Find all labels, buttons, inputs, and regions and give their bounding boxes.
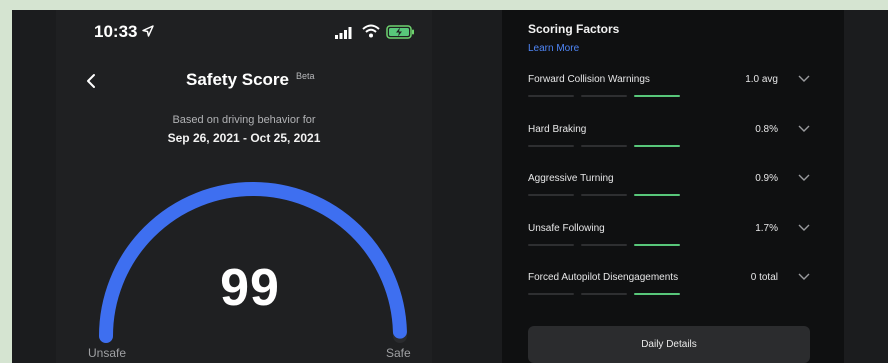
factor-row-hard-braking[interactable]: Hard Braking 0.8% <box>528 124 810 164</box>
safety-score-value: 99 <box>220 259 280 317</box>
factor-name: Hard Braking <box>528 124 587 135</box>
factor-row-unsafe-following[interactable]: Unsafe Following 1.7% <box>528 223 810 263</box>
rating-segment-2 <box>581 244 627 246</box>
factor-name: Forward Collision Warnings <box>528 74 650 85</box>
scoring-factors-title: Scoring Factors <box>528 22 620 36</box>
factor-name: Forced Autopilot Disengagements <box>528 272 679 283</box>
chevron-down-icon[interactable] <box>798 125 810 133</box>
chevron-down-icon[interactable] <box>798 224 810 232</box>
factor-row-forced-autopilot-disengagements[interactable]: Forced Autopilot Disengagements 0 total <box>528 272 810 312</box>
factor-value: 0.9% <box>755 173 778 184</box>
factor-name: Aggressive Turning <box>528 173 614 184</box>
learn-more-link[interactable]: Learn More <box>528 43 579 54</box>
daily-details-button[interactable]: Daily Details <box>528 326 810 363</box>
rating-segment-1 <box>528 95 574 97</box>
rating-segment-3 <box>634 194 680 196</box>
factor-value: 0 total <box>750 272 778 283</box>
gauge-label-unsafe: Unsafe <box>88 346 127 360</box>
chevron-down-icon[interactable] <box>798 174 810 182</box>
rating-segment-3 <box>634 145 680 147</box>
rating-segment-2 <box>581 194 627 196</box>
rating-segment-1 <box>528 244 574 246</box>
gauge-label-safe: Safe <box>386 346 411 360</box>
rating-segment-3 <box>634 244 680 246</box>
factor-row-forward-collision[interactable]: Forward Collision Warnings 1.0 avg <box>528 74 810 114</box>
factor-value: 0.8% <box>755 124 778 135</box>
rating-segment-2 <box>581 95 627 97</box>
factor-row-aggressive-turning[interactable]: Aggressive Turning 0.9% <box>528 173 810 213</box>
factor-value: 1.0 avg <box>745 74 778 85</box>
rating-segment-3 <box>634 95 680 97</box>
factor-value: 1.7% <box>755 223 778 234</box>
factor-name: Unsafe Following <box>528 223 605 234</box>
rating-segment-1 <box>528 293 574 295</box>
daily-details-label: Daily Details <box>641 339 697 350</box>
rating-segment-2 <box>581 145 627 147</box>
rating-segment-1 <box>528 145 574 147</box>
chevron-down-icon[interactable] <box>798 75 810 83</box>
rating-segment-3 <box>634 293 680 295</box>
chevron-down-icon[interactable] <box>798 273 810 281</box>
rating-segment-2 <box>581 293 627 295</box>
rating-segment-1 <box>528 194 574 196</box>
